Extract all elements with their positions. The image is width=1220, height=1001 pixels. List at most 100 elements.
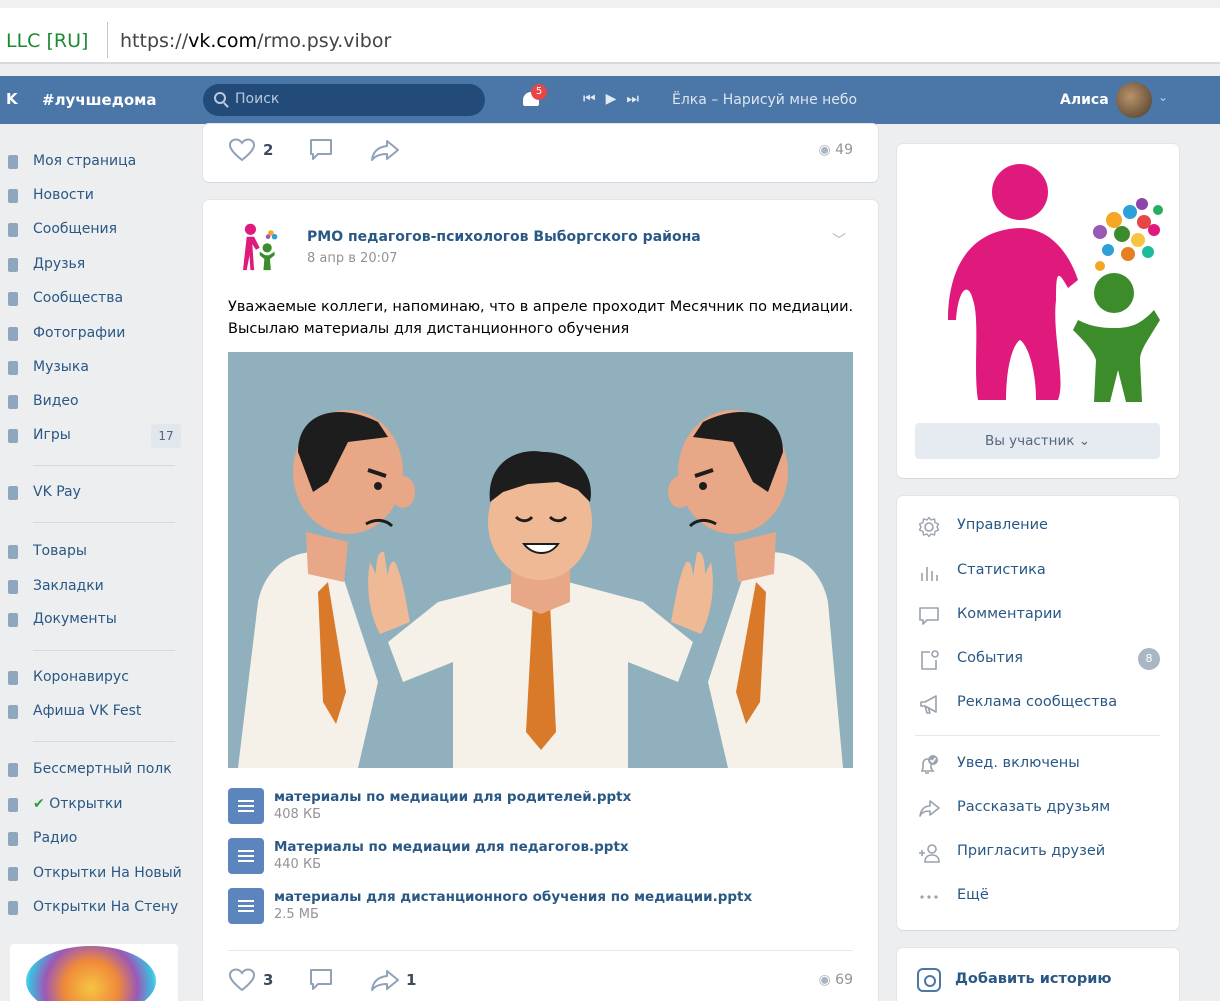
nav-divider: [33, 522, 175, 523]
nav-item-video[interactable]: Видео: [0, 390, 185, 414]
vk-logo-icon[interactable]: K: [6, 90, 18, 108]
nav-item-bookmarks[interactable]: Закладки: [0, 575, 185, 599]
previous-track-icon[interactable]: ⏮: [583, 91, 596, 107]
nav-item-postcards[interactable]: ✔ Открытки: [0, 793, 185, 817]
comment-icon: [310, 969, 332, 990]
nav-item-friends[interactable]: Друзья: [0, 253, 185, 277]
post-author[interactable]: РМО педагогов-психологов Выборгского рай…: [307, 229, 701, 245]
nav-label: ✔ Открытки: [33, 796, 122, 812]
url-path: /rmo.psy.vibor: [256, 30, 392, 52]
share-button[interactable]: 1: [370, 968, 416, 992]
megaphone-icon: [920, 695, 937, 714]
like-button[interactable]: 3: [228, 968, 273, 992]
document-name[interactable]: материалы по медиации для родителей.pptx: [274, 789, 631, 805]
community-avatar[interactable]: [232, 220, 280, 272]
menu-item-tell-friends[interactable]: Рассказать друзьям: [915, 795, 1165, 823]
menu-item-notifications[interactable]: Увед. включены: [915, 751, 1165, 779]
menu-divider: [915, 735, 1160, 736]
nav-item-goods[interactable]: Товары: [0, 540, 185, 564]
nav-item-vk-fest[interactable]: Афиша VK Fest: [0, 700, 185, 724]
certificate-label[interactable]: LLC [RU]: [6, 30, 88, 52]
url-text[interactable]: https://vk.com/rmo.psy.vibor: [120, 30, 391, 52]
nav-item-vk-pay[interactable]: VK Pay: [0, 481, 185, 505]
share-icon: [371, 970, 399, 991]
post-date[interactable]: 8 апр в 20:07: [307, 251, 398, 266]
document-name[interactable]: материалы для дистанционного обучения по…: [274, 889, 752, 905]
nav-divider: [33, 650, 175, 651]
comment-icon: [310, 139, 332, 160]
nav-item-photos[interactable]: Фотографии: [0, 322, 185, 346]
nav-label: Сообщества: [33, 290, 124, 306]
menu-item-manage[interactable]: Управление: [915, 513, 1165, 541]
nav-label: Коронавирус: [33, 669, 129, 685]
user-avatar[interactable]: [1116, 82, 1152, 118]
previous-post-actions: 2 ◉ 49: [228, 138, 853, 168]
nav-item-new-year-cards[interactable]: Открытки На Новый: [0, 862, 185, 886]
search-input[interactable]: Поиск: [203, 84, 485, 116]
share-button[interactable]: [370, 138, 400, 162]
menu-label: Пригласить друзей: [957, 843, 1106, 859]
nav-label: VK Pay: [33, 484, 81, 500]
share-icon: [919, 800, 940, 817]
play-icon[interactable]: ▶: [606, 91, 617, 107]
menu-item-more[interactable]: Ещё: [915, 883, 1165, 911]
document-attachment[interactable]: материалы по медиации для родителей.pptx…: [228, 788, 848, 824]
nav-item-news[interactable]: Новости: [0, 184, 185, 208]
menu-item-invite-friends[interactable]: Пригласить друзей: [915, 839, 1165, 867]
document-attachment[interactable]: Материалы по медиации для педагогов.pptx…: [228, 838, 848, 874]
next-track-icon[interactable]: ⏭: [626, 91, 639, 107]
video-icon: [8, 395, 18, 409]
hashtag-label[interactable]: #лучшедома: [42, 91, 157, 109]
comment-icon: [919, 607, 939, 625]
document-name[interactable]: Материалы по медиации для педагогов.pptx: [274, 839, 629, 855]
current-track[interactable]: Ёлка – Нарисуй мне небо: [672, 92, 857, 108]
comment-button[interactable]: [308, 138, 334, 162]
document-attachment[interactable]: материалы для дистанционного обучения по…: [228, 888, 848, 924]
menu-item-comments[interactable]: Комментарии: [915, 602, 1165, 630]
app-icon: [8, 763, 18, 777]
nav-item-radio[interactable]: Радио: [0, 827, 185, 851]
menu-item-events[interactable]: События 8: [915, 646, 1165, 674]
nav-item-documents[interactable]: Документы: [0, 608, 185, 632]
app-icon: [8, 901, 18, 915]
menu-label: Ещё: [957, 887, 989, 903]
music-icon: [8, 361, 18, 375]
nav-item-immortal-regiment[interactable]: Бессмертный полк: [0, 758, 185, 782]
membership-button[interactable]: Вы участник ⌄: [915, 423, 1160, 459]
chevron-down-icon[interactable]: ⌄: [1158, 90, 1168, 104]
notifications-button[interactable]: 5: [522, 84, 547, 108]
nav-label: Закладки: [33, 578, 104, 594]
post-actions: 3 1 ◉ 69: [228, 968, 853, 998]
nav-item-messages[interactable]: Сообщения: [0, 218, 185, 242]
vk-header: K #лучшедома Поиск 5 ⏮ ▶ ⏭ Ёлка – Нарисуй …: [0, 76, 1220, 124]
add-story-button[interactable]: Добавить историю: [955, 971, 1112, 987]
post-text-line: Высылаю материалы для дистанционного обу…: [228, 321, 630, 337]
post-menu-chevron-icon[interactable]: ﹀: [832, 230, 846, 250]
nav-label: Фотографии: [33, 325, 126, 341]
nav-item-coronavirus[interactable]: Коронавирус: [0, 666, 185, 690]
heart-icon: [228, 138, 256, 162]
document-icon: [228, 788, 264, 824]
nav-label: Документы: [33, 611, 117, 627]
address-separator: [107, 22, 108, 58]
nav-item-games[interactable]: Игры 17: [0, 424, 185, 448]
user-name[interactable]: Алиса: [1060, 92, 1109, 108]
post-image[interactable]: [228, 352, 853, 768]
browser-address-bar[interactable]: LLC [RU] https://vk.com/rmo.psy.vibor: [0, 0, 1220, 64]
news-icon: [8, 189, 18, 203]
eye-icon: ◉: [818, 972, 831, 988]
share-count: 1: [406, 971, 417, 989]
vk-pay-icon: [8, 486, 18, 500]
camera-icon[interactable]: [917, 968, 941, 992]
nav-item-music[interactable]: Музыка: [0, 356, 185, 380]
nav-label: Моя страница: [33, 153, 137, 169]
nav-item-my-page[interactable]: Моя страница: [0, 150, 185, 174]
menu-item-advertising[interactable]: Реклама сообщества: [915, 690, 1165, 718]
ad-thumbnail[interactable]: [10, 944, 178, 1001]
nav-item-wall-cards[interactable]: Открытки На Стену: [0, 896, 185, 920]
menu-item-statistics[interactable]: Статистика: [915, 558, 1165, 586]
comment-button[interactable]: [308, 968, 334, 992]
menu-label: Статистика: [957, 562, 1046, 578]
like-button[interactable]: 2: [228, 138, 273, 162]
nav-item-communities[interactable]: Сообщества: [0, 287, 185, 311]
